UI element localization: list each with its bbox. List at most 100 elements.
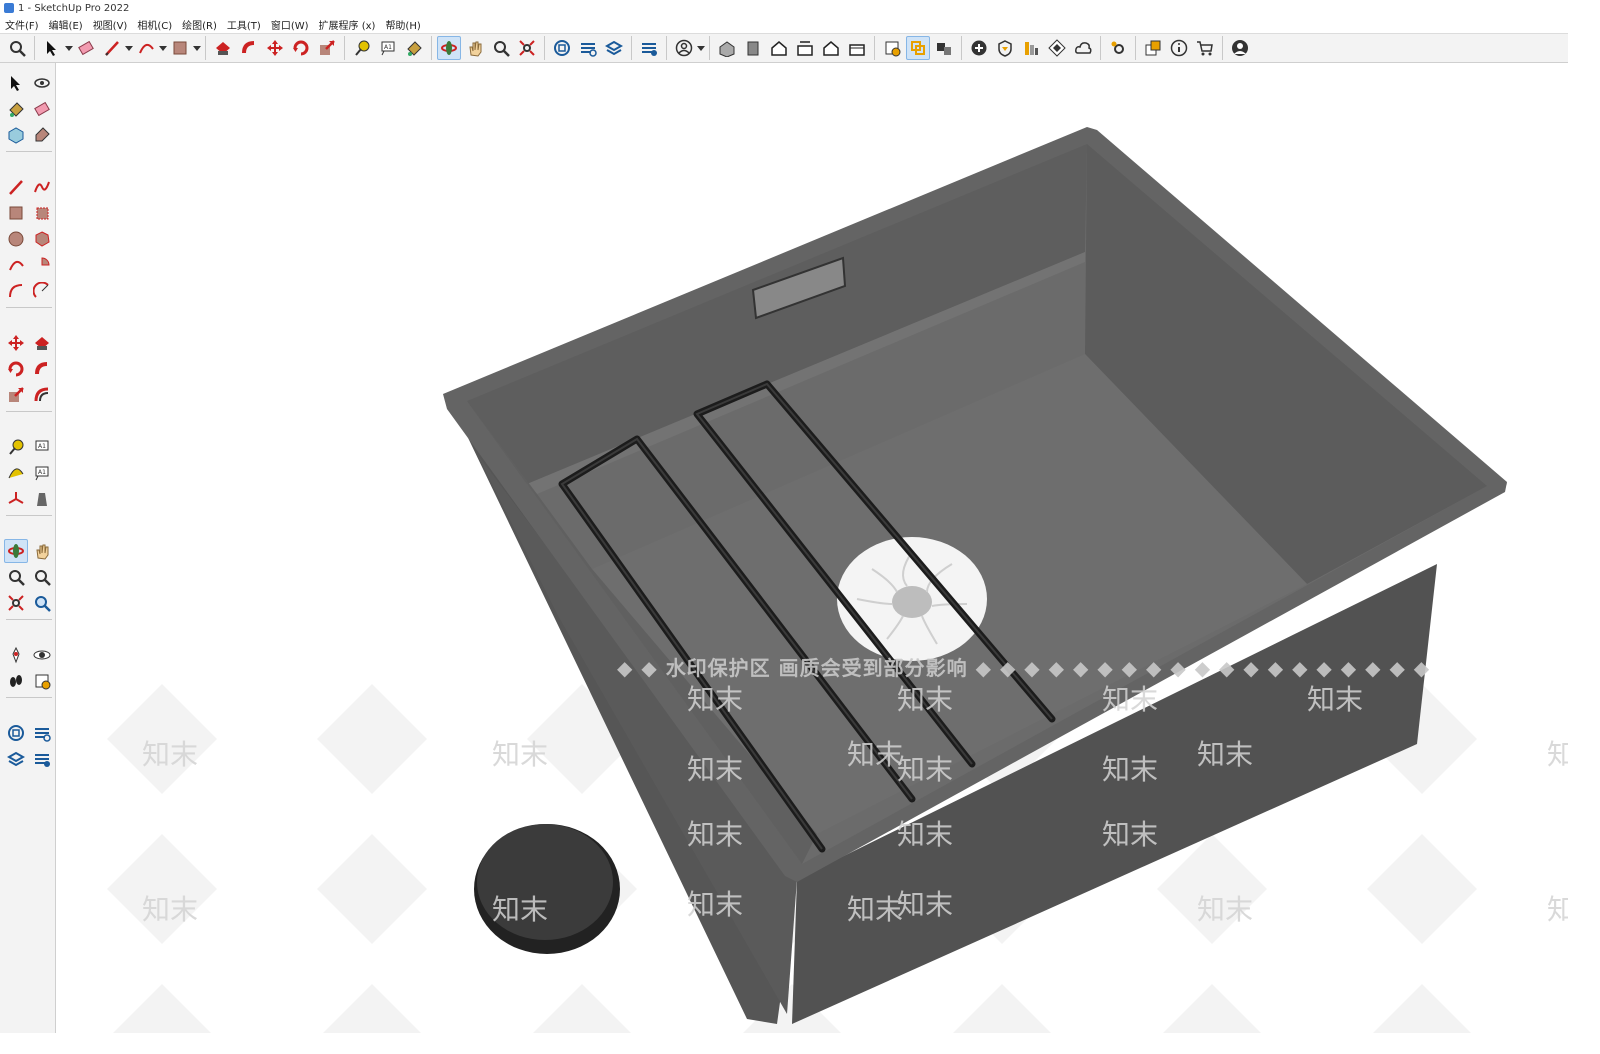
chevron-down-icon[interactable] xyxy=(193,36,201,60)
orbit-rotate-tool-button[interactable] xyxy=(30,71,54,95)
scale-tool-button[interactable] xyxy=(315,36,339,60)
walk-tool-button[interactable] xyxy=(4,669,28,693)
checker-tool-button[interactable] xyxy=(1045,36,1069,60)
menu-item-7[interactable]: 扩展程序 (x) xyxy=(314,17,381,32)
pie-tool-button[interactable] xyxy=(30,253,54,277)
arc-tool-button[interactable] xyxy=(134,36,158,60)
paint-bucket-tool-button[interactable] xyxy=(402,36,426,60)
extension-manager-tool-button[interactable] xyxy=(30,747,54,771)
position-camera-tool-button[interactable] xyxy=(4,643,28,667)
zoom-window-tool-button[interactable] xyxy=(489,36,513,60)
text-tool-button[interactable]: A1 xyxy=(30,461,54,485)
zoom-extents-tool-button[interactable] xyxy=(4,591,28,615)
add-tool-button[interactable] xyxy=(967,36,991,60)
chevron-down-icon[interactable] xyxy=(65,36,73,60)
menu-item-0[interactable]: 文件(F) xyxy=(0,17,44,32)
account-tool-button[interactable] xyxy=(1228,36,1252,60)
3d-warehouse-tool-button[interactable] xyxy=(550,36,574,60)
pan-tool-button[interactable] xyxy=(30,539,54,563)
eraser-tool-button[interactable] xyxy=(74,36,98,60)
follow-me-tool-button[interactable] xyxy=(237,36,261,60)
tag-tool-button[interactable] xyxy=(30,123,54,147)
eraser-tool-button[interactable] xyxy=(30,97,54,121)
menu-item-8[interactable]: 帮助(H) xyxy=(380,17,425,32)
right-view-tool-button[interactable] xyxy=(793,36,817,60)
style-tool-button[interactable] xyxy=(1019,36,1043,60)
select-tool-button[interactable] xyxy=(40,36,64,60)
cloud-tool-button[interactable] xyxy=(1071,36,1095,60)
layout-tool-button[interactable] xyxy=(4,747,28,771)
polygon-tool-button[interactable] xyxy=(30,227,54,251)
look-around-tool-button[interactable] xyxy=(30,643,54,667)
axes-tool-button[interactable] xyxy=(4,487,28,511)
menu-item-1[interactable]: 编辑(E) xyxy=(44,17,88,32)
rotate-tool-button[interactable] xyxy=(4,357,28,381)
two-point-arc-tool-button[interactable] xyxy=(4,279,28,303)
paint-bucket-tool-button[interactable] xyxy=(4,97,28,121)
three-point-arc-tool-button[interactable] xyxy=(30,279,54,303)
orbit-tool-button[interactable] xyxy=(4,539,28,563)
top-view-tool-button[interactable] xyxy=(741,36,765,60)
select-tool-button[interactable] xyxy=(4,71,28,95)
pencil-line-tool-button[interactable] xyxy=(100,36,124,60)
rectangle-tool-button[interactable] xyxy=(4,201,28,225)
back-view-tool-button[interactable] xyxy=(819,36,843,60)
rotated-rectangle-tool-button[interactable] xyxy=(30,201,54,225)
arc-tool-button[interactable] xyxy=(4,253,28,277)
tape-measure-tool-button[interactable] xyxy=(350,36,374,60)
layout-tool-button[interactable] xyxy=(602,36,626,60)
chevron-down-icon[interactable] xyxy=(159,36,167,60)
freehand-tool-button[interactable] xyxy=(30,175,54,199)
zoom-tool-button[interactable] xyxy=(5,36,29,60)
extension-warehouse-tool-button[interactable] xyxy=(30,721,54,745)
menu-item-3[interactable]: 相机(C) xyxy=(132,17,177,32)
front-view-tool-button[interactable] xyxy=(767,36,791,60)
move-tool-button[interactable] xyxy=(4,331,28,355)
display-section-tool-button[interactable] xyxy=(906,36,930,60)
cart-tool-button[interactable] xyxy=(1193,36,1217,60)
push-pull-tool-button[interactable] xyxy=(30,331,54,355)
chevron-down-icon[interactable] xyxy=(697,36,705,60)
menu-item-6[interactable]: 窗口(W) xyxy=(266,17,314,32)
move-tool-button[interactable] xyxy=(263,36,287,60)
push-pull-tool-button[interactable] xyxy=(211,36,235,60)
chevron-down-icon[interactable] xyxy=(125,36,133,60)
pan-tool-button[interactable] xyxy=(463,36,487,60)
text-tool-button[interactable]: A1 xyxy=(376,36,400,60)
menu-item-5[interactable]: 工具(T) xyxy=(222,17,266,32)
model-viewport[interactable]: 知末 知末 知末 知末 知末 知末 知末 知末 知末 知末 知末 知末 知末 知… xyxy=(57,64,1568,1033)
rectangle-icon xyxy=(173,41,187,55)
rectangle-tool-button[interactable] xyxy=(168,36,192,60)
zoom-window-tool-button[interactable] xyxy=(30,565,54,589)
section-plane-tool-button[interactable] xyxy=(30,669,54,693)
follow-me-tool-button[interactable] xyxy=(30,357,54,381)
orbit-tool-button[interactable] xyxy=(437,36,461,60)
scale-tool-button[interactable] xyxy=(4,383,28,407)
section-plane-tool-button[interactable] xyxy=(880,36,904,60)
settings-tool-button[interactable] xyxy=(1106,36,1130,60)
user-tool-button[interactable] xyxy=(672,36,696,60)
info-tool-button[interactable] xyxy=(1167,36,1191,60)
menu-item-2[interactable]: 视图(V) xyxy=(88,17,133,32)
extension-manager-tool-button[interactable] xyxy=(637,36,661,60)
circle-tool-button[interactable] xyxy=(4,227,28,251)
tape-measure-tool-button[interactable] xyxy=(4,435,28,459)
rotate-tool-button[interactable] xyxy=(289,36,313,60)
shield-tool-button[interactable] xyxy=(993,36,1017,60)
line-tool-button[interactable] xyxy=(4,175,28,199)
window-tool-button[interactable] xyxy=(1141,36,1165,60)
3d-warehouse-tool-button[interactable] xyxy=(4,721,28,745)
protractor-tool-button[interactable] xyxy=(4,461,28,485)
offset-tool-button[interactable] xyxy=(30,383,54,407)
iso-view-tool-button[interactable] xyxy=(715,36,739,60)
dimension-tool-button[interactable]: A1 xyxy=(30,435,54,459)
section-cuts-tool-button[interactable] xyxy=(932,36,956,60)
zoom-extents-tool-button[interactable] xyxy=(515,36,539,60)
3d-text-tool-button[interactable] xyxy=(30,487,54,511)
zoom-tool-button[interactable] xyxy=(4,565,28,589)
extension-warehouse-tool-button[interactable] xyxy=(576,36,600,60)
component-tool-button[interactable] xyxy=(4,123,28,147)
menu-item-4[interactable]: 绘图(R) xyxy=(177,17,222,32)
previous-view-tool-button[interactable] xyxy=(30,591,54,615)
left-view-tool-button[interactable] xyxy=(845,36,869,60)
